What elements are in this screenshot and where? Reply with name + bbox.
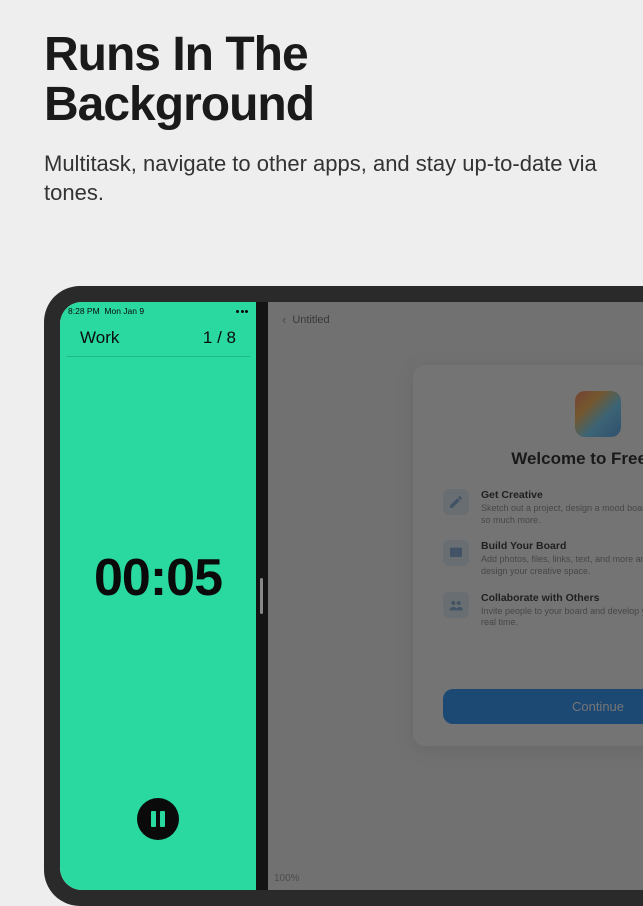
hero-title: Runs In The Background <box>0 0 643 149</box>
timer-header: Work 1 / 8 <box>66 318 250 357</box>
pause-button[interactable] <box>137 798 179 840</box>
status-bar: 8:28 PM Mon Jan 9 <box>60 302 256 318</box>
timer-time-display: 00:05 <box>60 357 256 798</box>
device-frame: 8:28 PM Mon Jan 9 Work 1 / 8 00:05 <box>44 286 643 906</box>
hero-subtitle: Multitask, navigate to other apps, and s… <box>0 149 643 238</box>
device-screen: 8:28 PM Mon Jan 9 Work 1 / 8 00:05 <box>60 302 643 890</box>
inactive-overlay <box>268 302 643 890</box>
split-view-divider[interactable] <box>256 302 268 890</box>
timer-controls <box>60 798 256 890</box>
timer-label: Work <box>80 328 119 348</box>
timer-counter: 1 / 8 <box>203 328 236 348</box>
status-time-date: 8:28 PM Mon Jan 9 <box>68 306 144 316</box>
timer-app-pane: 8:28 PM Mon Jan 9 Work 1 / 8 00:05 <box>60 302 256 890</box>
pause-icon <box>160 811 165 827</box>
pause-icon <box>151 811 156 827</box>
status-more-icon <box>236 310 248 313</box>
freeform-app-pane: ‹ Untitled Welcome to Freeform Get Creat… <box>268 302 643 890</box>
